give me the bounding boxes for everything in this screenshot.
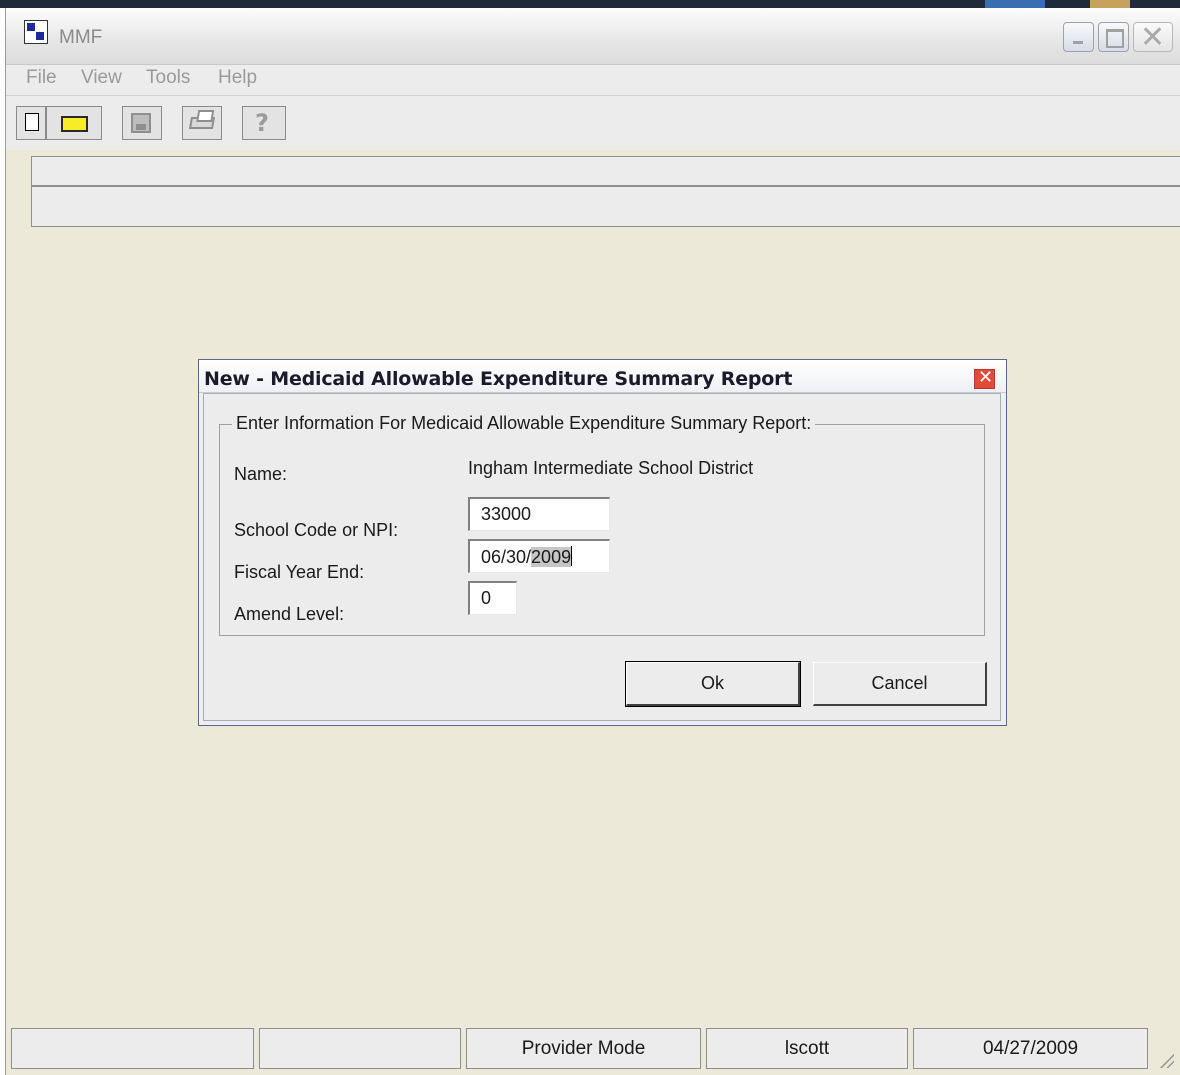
- status-date: 04/27/2009: [913, 1028, 1148, 1069]
- dialog-title-bar[interactable]: New - Medicaid Allowable Expenditure Sum…: [199, 360, 1006, 393]
- maximize-button[interactable]: [1098, 22, 1129, 52]
- report-info-group: Enter Information For Medicaid Allowable…: [219, 413, 985, 636]
- help-icon: ?: [255, 109, 269, 137]
- name-value: Ingham Intermediate School District: [468, 458, 754, 478]
- close-icon: ✕: [978, 367, 994, 388]
- status-bar: Provider Mode lscott 04/27/2009: [6, 1028, 1180, 1075]
- close-button[interactable]: ✕: [1133, 20, 1173, 55]
- new-report-dialog: New - Medicaid Allowable Expenditure Sum…: [198, 359, 1007, 726]
- save-icon: [131, 113, 151, 133]
- status-panel-2: [259, 1028, 461, 1069]
- fiscal-year-input[interactable]: 06/30/2009: [468, 539, 610, 573]
- save-button[interactable]: [122, 106, 162, 140]
- group-label: Enter Information For Medicaid Allowable…: [232, 413, 816, 434]
- print-button[interactable]: [182, 106, 222, 140]
- resize-grip-icon[interactable]: [1158, 1052, 1174, 1068]
- help-button[interactable]: ?: [242, 106, 286, 140]
- status-user: lscott: [706, 1028, 908, 1069]
- school-code-input[interactable]: 33000: [468, 497, 610, 531]
- app-icon[interactable]: [24, 20, 48, 44]
- title-bar[interactable]: MMF ✕: [6, 8, 1180, 65]
- header-panel-bottom: [31, 186, 1180, 227]
- amend-level-label: Amend Level:: [234, 604, 345, 624]
- fiscal-year-text: 06/30/: [481, 547, 532, 567]
- open-button[interactable]: [46, 106, 102, 140]
- menu-bar: File View Tools Help: [6, 65, 1180, 96]
- open-folder-icon: [61, 116, 88, 132]
- text-caret: [571, 546, 573, 566]
- menu-help[interactable]: Help: [218, 67, 257, 89]
- desktop-strip: [0, 0, 1180, 8]
- status-mode: Provider Mode: [466, 1028, 701, 1069]
- fiscal-year-selection: 2009: [531, 547, 572, 567]
- header-panel-top: [31, 156, 1180, 186]
- school-code-label: School Code or NPI:: [234, 520, 399, 540]
- cancel-button[interactable]: Cancel: [813, 662, 987, 706]
- window-title: MMF: [59, 27, 103, 48]
- new-document-icon: [25, 113, 39, 131]
- menu-view[interactable]: View: [81, 67, 122, 89]
- print-icon: [188, 117, 216, 129]
- menu-tools[interactable]: Tools: [146, 67, 190, 89]
- new-button[interactable]: [16, 106, 46, 140]
- amend-level-input[interactable]: 0: [468, 581, 517, 615]
- close-icon: ✕: [1140, 20, 1166, 55]
- dialog-close-button[interactable]: ✕: [974, 367, 995, 389]
- dialog-body: Enter Information For Medicaid Allowable…: [203, 393, 1001, 721]
- status-panel-1: [11, 1028, 254, 1069]
- toolbar: ?: [6, 96, 1180, 150]
- minimize-button[interactable]: [1063, 22, 1094, 52]
- dialog-title: New - Medicaid Allowable Expenditure Sum…: [204, 368, 793, 390]
- fiscal-year-label: Fiscal Year End:: [234, 562, 365, 582]
- menu-file[interactable]: File: [26, 67, 57, 89]
- name-label: Name:: [234, 464, 288, 484]
- ok-button[interactable]: Ok: [625, 661, 801, 707]
